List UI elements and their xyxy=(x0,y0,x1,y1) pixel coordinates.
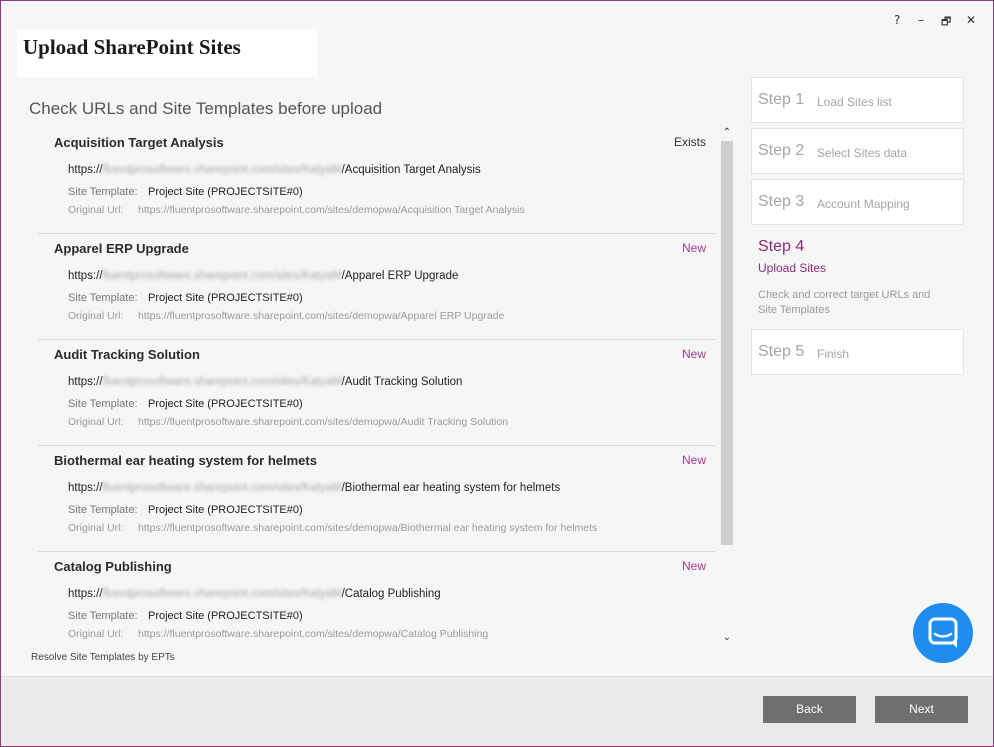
footer-bar: Back Next xyxy=(1,676,993,746)
step-label: Select Sites data xyxy=(817,146,908,160)
list-scrollbar[interactable]: ⌃ ⌄ xyxy=(720,127,734,647)
step-label: Load Sites list xyxy=(817,95,892,109)
original-url-row: Original Url: https://fluentprosoftware.s… xyxy=(68,522,597,534)
url-prefix: https:// xyxy=(68,164,103,176)
site-name: Catalog Publishing xyxy=(54,559,172,574)
site-item: Audit Tracking Solution New https://flue… xyxy=(38,339,716,446)
step-number: Step 1 xyxy=(758,91,805,108)
site-name: Apparel ERP Upgrade xyxy=(54,241,189,256)
site-template-row: Site Template: Project Site (PROJECTSITE#… xyxy=(68,292,303,304)
step-label: Finish xyxy=(817,347,850,361)
target-url[interactable]: https://fluentprosoftware.sharepoint.com… xyxy=(68,376,462,388)
target-url[interactable]: https://fluentprosoftware.sharepoint.com… xyxy=(68,164,481,176)
site-name: Audit Tracking Solution xyxy=(54,347,200,362)
url-blurred: fluentprosoftware.sharepoint.com/sites/K… xyxy=(102,588,342,600)
site-status: New xyxy=(681,453,706,467)
site-template-label: Site Template: xyxy=(68,504,138,516)
site-item: Apparel ERP Upgrade New https://fluentpr… xyxy=(38,233,716,340)
original-url-value: https://fluentprosoftware.sharepoint.com… xyxy=(138,310,505,322)
site-status: New xyxy=(681,559,706,573)
step-number: Step 4 xyxy=(758,238,805,255)
target-url[interactable]: https://fluentprosoftware.sharepoint.com… xyxy=(68,588,441,600)
site-template-row: Site Template: Project Site (PROJECTSITE#… xyxy=(68,186,303,198)
url-prefix: https:// xyxy=(68,270,103,282)
step-number: Step 5 xyxy=(758,343,805,360)
site-status: Exists xyxy=(673,135,706,149)
site-template-row: Site Template: Project Site (PROJECTSITE#… xyxy=(68,504,303,516)
url-blurred: fluentprosoftware.sharepoint.com/sites/K… xyxy=(102,376,342,388)
chat-bubble-icon xyxy=(928,617,958,648)
original-url-row: Original Url: https://fluentprosoftware.s… xyxy=(68,310,504,322)
step-5[interactable]: Step 5 Finish xyxy=(751,329,964,375)
url-prefix: https:// xyxy=(68,376,103,388)
help-button[interactable]: ? xyxy=(894,13,900,27)
site-item: Catalog Publishing New https://fluentpro… xyxy=(38,551,716,647)
url-blurred: fluentprosoftware.sharepoint.com/sites/K… xyxy=(102,164,342,176)
site-name: Biothermal ear heating system for helmet… xyxy=(54,453,317,468)
title-box: Upload SharePoint Sites xyxy=(17,29,317,77)
site-template-value[interactable]: Project Site (PROJECTSITE#0) xyxy=(148,504,303,516)
site-template-value[interactable]: Project Site (PROJECTSITE#0) xyxy=(148,398,303,410)
step-label: Upload Sites xyxy=(758,261,827,275)
next-button[interactable]: Next xyxy=(875,696,968,723)
original-url-row: Original Url: https://fluentprosoftware.s… xyxy=(68,416,508,428)
original-url-label: Original Url: xyxy=(68,628,124,640)
site-status: New xyxy=(681,241,706,255)
step-number: Step 3 xyxy=(758,193,805,210)
restore-button[interactable]: 🗗 xyxy=(941,13,951,32)
chat-button[interactable] xyxy=(913,603,973,663)
url-suffix: /Acquisition Target Analysis xyxy=(341,164,481,176)
site-template-label: Site Template: xyxy=(68,398,138,410)
url-blurred: fluentprosoftware.sharepoint.com/sites/K… xyxy=(102,482,342,494)
step-description: Check and correct target URLs and Site T… xyxy=(758,289,931,316)
window-title: Upload SharePoint Sites xyxy=(23,35,241,59)
scroll-thumb[interactable] xyxy=(721,141,733,545)
site-template-value[interactable]: Project Site (PROJECTSITE#0) xyxy=(148,186,303,198)
original-url-value: https://fluentprosoftware.sharepoint.com… xyxy=(138,416,509,428)
site-name: Acquisition Target Analysis xyxy=(54,135,224,150)
site-template-value[interactable]: Project Site (PROJECTSITE#0) xyxy=(148,610,303,622)
site-template-label: Site Template: xyxy=(68,186,138,198)
step-2[interactable]: Step 2 Select Sites data xyxy=(751,128,964,174)
url-prefix: https:// xyxy=(68,482,103,494)
page-subtitle: Check URLs and Site Templates before upl… xyxy=(29,99,383,118)
site-template-value[interactable]: Project Site (PROJECTSITE#0) xyxy=(148,292,303,304)
scroll-up-icon[interactable]: ⌃ xyxy=(720,127,734,139)
scroll-down-icon[interactable]: ⌄ xyxy=(720,632,734,644)
url-suffix: /Audit Tracking Solution xyxy=(341,376,463,388)
target-url[interactable]: https://fluentprosoftware.sharepoint.com… xyxy=(68,482,560,494)
step-label: Account Mapping xyxy=(817,197,910,211)
site-status: New xyxy=(681,347,706,361)
site-template-row: Site Template: Project Site (PROJECTSITE#… xyxy=(68,610,303,622)
original-url-label: Original Url: xyxy=(68,522,124,534)
step-3[interactable]: Step 3 Account Mapping xyxy=(751,179,964,225)
original-url-label: Original Url: xyxy=(68,204,124,216)
original-url-value: https://fluentprosoftware.sharepoint.com… xyxy=(138,522,598,534)
site-template-label: Site Template: xyxy=(68,292,138,304)
url-blurred: fluentprosoftware.sharepoint.com/sites/K… xyxy=(102,270,342,282)
url-prefix: https:// xyxy=(68,588,103,600)
close-button[interactable]: ✕ xyxy=(966,13,976,27)
url-suffix: /Catalog Publishing xyxy=(341,588,441,600)
url-suffix: /Biothermal ear heating system for helme… xyxy=(341,482,561,494)
upload-window: Upload SharePoint Sites ? – 🗗 ✕ Check UR… xyxy=(0,0,994,747)
sites-list[interactable]: Acquisition Target Analysis Exists https… xyxy=(38,127,716,647)
original-url-row: Original Url: https://fluentprosoftware.s… xyxy=(68,204,525,216)
original-url-label: Original Url: xyxy=(68,416,124,428)
target-url[interactable]: https://fluentprosoftware.sharepoint.com… xyxy=(68,270,458,282)
original-url-value: https://fluentprosoftware.sharepoint.com… xyxy=(138,628,489,640)
step-1[interactable]: Step 1 Load Sites list xyxy=(751,77,964,123)
back-button[interactable]: Back xyxy=(763,696,856,723)
site-template-row: Site Template: Project Site (PROJECTSITE#… xyxy=(68,398,303,410)
resolve-templates-text[interactable]: Resolve Site Templates by EPTs xyxy=(31,652,175,663)
original-url-value: https://fluentprosoftware.sharepoint.com… xyxy=(138,204,525,216)
original-url-row: Original Url: https://fluentprosoftware.s… xyxy=(68,628,488,640)
site-item: Biothermal ear heating system for helmet… xyxy=(38,445,716,552)
step-number: Step 2 xyxy=(758,142,805,159)
url-suffix: /Apparel ERP Upgrade xyxy=(341,270,459,282)
minimize-button[interactable]: – xyxy=(918,13,924,27)
site-item: Acquisition Target Analysis Exists https… xyxy=(38,127,716,234)
original-url-label: Original Url: xyxy=(68,310,124,322)
site-template-label: Site Template: xyxy=(68,610,138,622)
